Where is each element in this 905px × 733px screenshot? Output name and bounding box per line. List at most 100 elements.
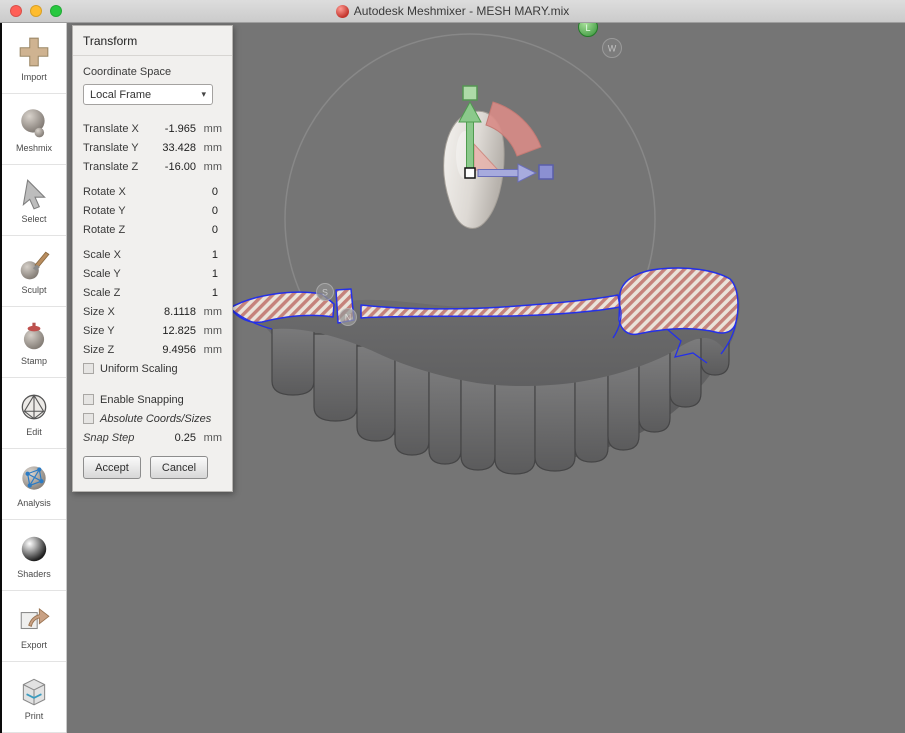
svg-text:L: L (585, 23, 590, 33)
coordinate-space-label: Coordinate Space (83, 66, 222, 78)
window-controls (0, 5, 62, 17)
shaders-sphere-icon (17, 532, 51, 566)
translate-x-unit: mm (196, 123, 222, 135)
rotate-y-label: Rotate Y (83, 205, 144, 217)
scale-x-label: Scale X (83, 249, 144, 261)
snap-step-label: Snap Step (83, 432, 146, 444)
edit-wireframe-icon (17, 390, 51, 424)
transform-row: Rotate X 0 (81, 182, 224, 201)
sidebar-item-label: Stamp (21, 356, 47, 366)
coordinate-space-select[interactable]: Local Frame ▾ (83, 84, 213, 105)
transform-gizmo[interactable] (459, 86, 553, 182)
badge-l[interactable]: L (579, 23, 598, 37)
scale-x-handle[interactable] (539, 165, 553, 179)
sidebar-item-label: Export (21, 640, 47, 650)
uniform-scaling-checkbox[interactable] (83, 363, 94, 374)
sidebar-item-label: Meshmix (16, 143, 52, 153)
zoom-button[interactable] (50, 5, 62, 17)
print-printer-icon (17, 674, 51, 708)
sidebar-item-print[interactable]: Print (2, 662, 66, 733)
sidebar-item-edit[interactable]: Edit (2, 378, 66, 449)
transform-row: Size Y 12.825 mm (81, 321, 224, 340)
snap-step-unit: mm (196, 432, 222, 444)
minimize-button[interactable] (30, 5, 42, 17)
transform-row: Translate Y 33.428 mm (81, 138, 224, 157)
translate-y-label: Translate Y (83, 142, 146, 154)
gizmo-origin[interactable] (465, 168, 475, 178)
sidebar-item-label: Edit (26, 427, 42, 437)
translate-x-field[interactable]: -1.965 (146, 123, 196, 135)
sidebar-item-sculpt[interactable]: Sculpt (2, 236, 66, 307)
size-x-field[interactable]: 8.1118 (146, 306, 196, 318)
sidebar-item-analysis[interactable]: Analysis (2, 449, 66, 520)
sidebar-item-label: Select (21, 214, 46, 224)
scale-y-field[interactable]: 1 (144, 268, 218, 280)
sidebar-item-label: Sculpt (21, 285, 46, 295)
rotate-x-label: Rotate X (83, 186, 144, 198)
sidebar-item-label: Shaders (17, 569, 51, 579)
size-z-unit: mm (196, 344, 222, 356)
size-y-label: Size Y (83, 325, 146, 337)
badge-s[interactable]: S (317, 284, 334, 301)
sidebar-item-shaders[interactable]: Shaders (2, 520, 66, 591)
absolute-coords-checkbox[interactable] (83, 413, 94, 424)
size-x-unit: mm (196, 306, 222, 318)
absolute-coords-row[interactable]: Absolute Coords/Sizes (81, 409, 224, 428)
svg-text:N: N (345, 313, 352, 323)
translate-z-unit: mm (196, 161, 222, 173)
scale-y-handle[interactable] (463, 86, 477, 100)
sculpt-brush-icon (17, 248, 51, 282)
translate-z-label: Translate Z (83, 161, 146, 173)
scale-z-field[interactable]: 1 (144, 287, 218, 299)
sidebar-item-import[interactable]: Import (2, 23, 66, 94)
sidebar-item-meshmix[interactable]: Meshmix (2, 94, 66, 165)
rotate-z-field[interactable]: 0 (144, 224, 218, 236)
close-button[interactable] (10, 5, 22, 17)
size-y-unit: mm (196, 325, 222, 337)
viewport-3d[interactable]: S N (67, 23, 905, 733)
enable-snapping-label: Enable Snapping (100, 394, 184, 406)
denture-model[interactable]: S N (230, 267, 740, 474)
uniform-scaling-row[interactable]: Uniform Scaling (81, 359, 224, 378)
enable-snapping-row[interactable]: Enable Snapping (81, 390, 224, 409)
snap-step-field[interactable]: 0.25 (146, 432, 196, 444)
svg-text:S: S (322, 288, 328, 298)
sidebar-item-export[interactable]: Export (2, 591, 66, 662)
badge-w[interactable]: W (603, 39, 622, 58)
scale-z-label: Scale Z (83, 287, 144, 299)
analysis-network-icon (17, 461, 51, 495)
sidebar-item-label: Analysis (17, 498, 51, 508)
transform-row: Size Z 9.4956 mm (81, 340, 224, 359)
sidebar-item-select[interactable]: Select (2, 165, 66, 236)
size-x-label: Size X (83, 306, 146, 318)
cancel-button[interactable]: Cancel (150, 456, 208, 479)
size-y-field[interactable]: 12.825 (146, 325, 196, 337)
absolute-coords-label: Absolute Coords/Sizes (100, 413, 211, 425)
select-cursor-icon (17, 177, 51, 211)
transform-row: Size X 8.1118 mm (81, 302, 224, 321)
rotate-x-field[interactable]: 0 (144, 186, 218, 198)
enable-snapping-checkbox[interactable] (83, 394, 94, 405)
size-z-field[interactable]: 9.4956 (146, 344, 196, 356)
translate-y-field[interactable]: 33.428 (146, 142, 196, 154)
svg-text:W: W (608, 44, 617, 54)
accept-button[interactable]: Accept (83, 456, 141, 479)
rotate-y-field[interactable]: 0 (144, 205, 218, 217)
transform-row: Scale X 1 (81, 245, 224, 264)
translate-z-field[interactable]: -16.00 (146, 161, 196, 173)
chevron-down-icon: ▾ (201, 89, 206, 100)
snap-step-row: Snap Step 0.25 mm (81, 428, 224, 447)
transform-row: Rotate Y 0 (81, 201, 224, 220)
window-title: Autodesk Meshmixer - MESH MARY.mix (354, 4, 570, 18)
export-arrow-icon (17, 603, 51, 637)
sidebar-item-stamp[interactable]: Stamp (2, 307, 66, 378)
app-icon (336, 5, 349, 18)
transform-row: Scale Y 1 (81, 264, 224, 283)
transform-panel: Transform Coordinate Space Local Frame ▾… (72, 25, 233, 492)
panel-title: Transform (73, 26, 232, 56)
badge-n[interactable]: N (340, 309, 357, 326)
window-title-area: Autodesk Meshmixer - MESH MARY.mix (0, 0, 905, 22)
tool-sidebar: Import Meshmix Select Sculpt (2, 23, 67, 733)
scale-x-field[interactable]: 1 (144, 249, 218, 261)
transform-row: Translate X -1.965 mm (81, 119, 224, 138)
